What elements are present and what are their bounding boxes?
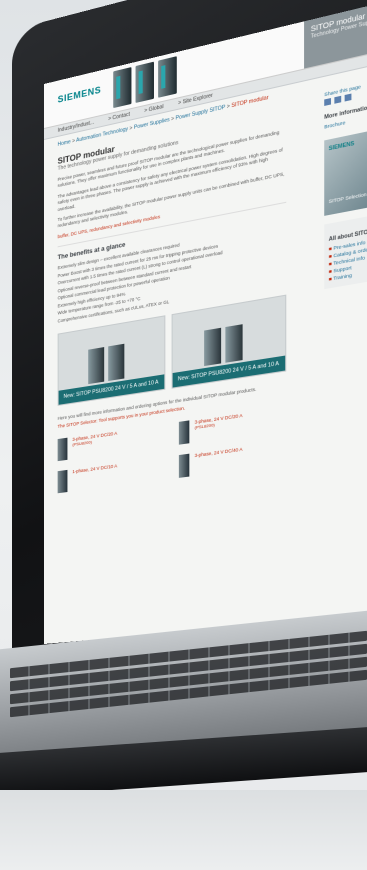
table-surface: [0, 790, 367, 870]
product-image: [108, 343, 125, 381]
product-image: [88, 346, 105, 384]
product-image: [204, 327, 222, 366]
breadcrumb-item[interactable]: Power Supplies: [134, 117, 170, 131]
product-image: [135, 61, 154, 103]
product-thumbnail: [178, 419, 190, 445]
product-image: [113, 67, 132, 109]
product-thumbnail: [57, 437, 68, 461]
about-box: All about SITOP modular Pre-sales info C…: [324, 206, 367, 290]
product-image: [158, 56, 177, 98]
product-name: 3-phase, 24 V DC/40 A: [194, 446, 243, 458]
product-thumbnail: [178, 453, 190, 478]
product-thumbnail: [57, 469, 68, 493]
twitter-icon[interactable]: [334, 95, 342, 104]
email-icon[interactable]: [344, 93, 352, 102]
keys: [10, 630, 367, 718]
breadcrumb-current: SITOP modular: [231, 94, 269, 110]
product-item[interactable]: 3-phase, 24 V DC/20 A (PSU8200): [57, 424, 158, 461]
photo-scene: SIEMENS SITOP modular Technology Power S…: [0, 0, 367, 870]
side-banner[interactable]: SIEMENS SITOP Selection Tool: [324, 120, 367, 216]
product-item[interactable]: 3-phase, 24 V DC/40 A: [178, 440, 286, 478]
promo-tile[interactable]: New: SITOP PSU8200 24 V / 5 A and 10 A: [171, 294, 287, 389]
promo-tile[interactable]: New: SITOP PSU8200 24 V / 5 A and 10 A: [57, 314, 166, 406]
sidebar: Share this page More information Brochur…: [315, 62, 367, 295]
facebook-icon[interactable]: [324, 98, 331, 106]
siemens-logo[interactable]: SIEMENS: [58, 84, 102, 104]
breadcrumb-item[interactable]: Home: [58, 139, 71, 148]
banner-text: SITOP Selection Tool: [328, 189, 367, 205]
banner-brand: SIEMENS: [328, 140, 355, 153]
product-item[interactable]: 1-phase, 24 V DC/10 A: [57, 457, 158, 493]
main-content: SITOP modular The technology power suppl…: [44, 101, 302, 494]
laptop-screen: SIEMENS SITOP modular Technology Power S…: [44, 0, 367, 644]
product-item[interactable]: 3-phase, 24 V DC/20 A (PSL8200): [178, 406, 286, 445]
product-name: 1-phase, 24 V DC/10 A: [72, 462, 118, 474]
product-image: [225, 323, 243, 363]
